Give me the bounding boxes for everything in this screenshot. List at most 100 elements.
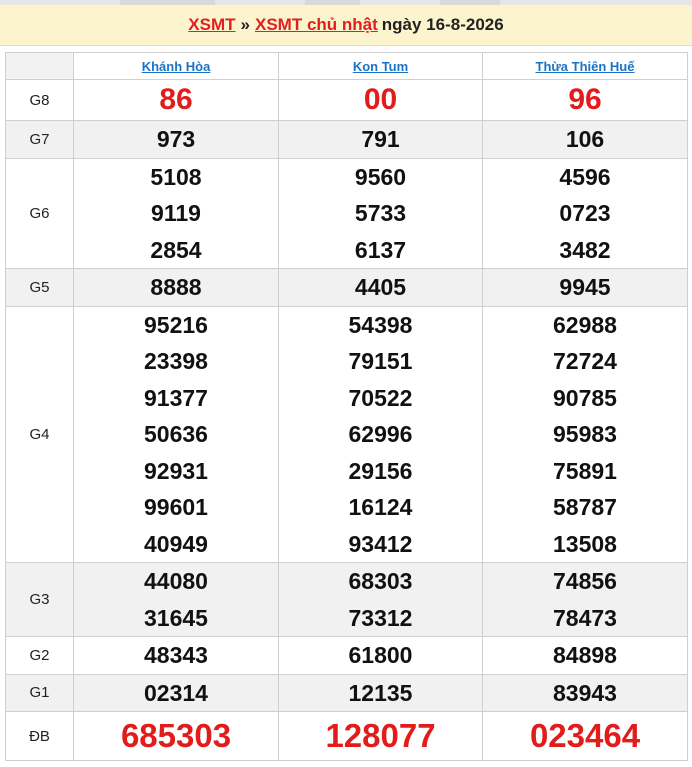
prize-number: 023464 <box>529 717 641 754</box>
prize-number: 61800 <box>348 642 413 668</box>
prize-number: 44080 <box>144 568 208 594</box>
prize-cell: 106 <box>482 120 688 159</box>
prize-label: G4 <box>5 305 74 563</box>
results-header: XSMT » XSMT chủ nhật ngày 16-8-2026 <box>0 5 692 46</box>
prize-cell: 4596 0723 3482 <box>482 157 688 269</box>
prize-number: 128077 <box>325 717 436 754</box>
prize-number: 40949 <box>144 530 208 557</box>
prize-row: G2 48343 61800 84898 <box>5 636 688 675</box>
prize-number: 106 <box>565 126 605 152</box>
prize-number: 95216 <box>144 311 208 338</box>
prize-row: ĐB 685303 128077 023464 <box>5 711 688 761</box>
breadcrumb-separator: » <box>240 15 250 34</box>
prize-number: 90785 <box>553 384 617 411</box>
prize-row: G5 8888 4405 9945 <box>5 268 688 307</box>
prize-number: 29156 <box>348 457 413 484</box>
prize-number: 50636 <box>144 421 208 447</box>
prize-number: 48343 <box>144 642 208 668</box>
prize-number: 16124 <box>348 494 413 520</box>
prize-cell: 00 <box>278 79 483 121</box>
prize-number: 685303 <box>120 717 232 754</box>
prize-cell: 62988 72724 90785 95983 75891 58787 13508 <box>482 305 688 563</box>
prize-number: 72724 <box>553 348 617 374</box>
prize-cell: 44080 31645 <box>73 562 279 637</box>
lottery-results-table: Khánh Hòa Kon Tum Thừa Thiên Huế G8 86 00 9… <box>5 52 688 761</box>
prize-label: G2 <box>5 636 74 675</box>
prize-number: 78473 <box>553 604 617 631</box>
prize-row: G4 95216 23398 91377 50636 92931 99601 40949 543… <box>5 305 688 563</box>
prize-cell: 83943 <box>482 673 688 712</box>
prize-rows: G8 86 00 96 G7 973 791 106 G6 5108 9119 2854 9560 573… <box>5 79 688 761</box>
prize-number: 9945 <box>559 274 611 300</box>
prize-number: 973 <box>156 126 196 152</box>
prize-number: 31645 <box>144 604 208 631</box>
prize-cell: 973 <box>73 120 279 159</box>
prize-cell: 86 <box>73 79 279 121</box>
prize-cell: 12135 <box>278 673 483 712</box>
prize-row: G8 86 00 96 <box>5 79 688 121</box>
prize-number: 23398 <box>144 348 208 374</box>
prize-number: 79151 <box>348 348 413 374</box>
prize-number: 2854 <box>150 236 202 263</box>
prize-number: 99601 <box>144 494 208 520</box>
prize-cell: 68303 73312 <box>278 562 483 637</box>
prize-cell: 685303 <box>73 711 279 761</box>
prize-label: G7 <box>5 120 74 159</box>
prize-number: 54398 <box>348 311 413 338</box>
prize-number: 62996 <box>348 421 413 447</box>
prize-number: 791 <box>361 126 400 152</box>
prize-number: 8888 <box>150 274 202 300</box>
prize-number: 58787 <box>553 494 617 520</box>
prize-number: 73312 <box>348 604 413 631</box>
draw-date: ngày 16-8-2026 <box>381 15 504 34</box>
prize-row: G1 02314 12135 83943 <box>5 673 688 712</box>
prize-cell: 48343 <box>73 636 279 675</box>
prize-row: G3 44080 31645 68303 73312 74856 78473 <box>5 562 688 637</box>
prize-cell: 74856 78473 <box>482 562 688 637</box>
prize-cell: 8888 <box>73 268 279 307</box>
prize-number: 6137 <box>354 236 407 263</box>
prize-number: 68303 <box>348 568 413 594</box>
prize-cell: 61800 <box>278 636 483 675</box>
prize-number: 74856 <box>553 568 617 594</box>
prize-number: 4405 <box>354 274 407 300</box>
prize-number: 9119 <box>151 200 201 226</box>
prize-number: 13508 <box>553 530 617 557</box>
prize-number: 93412 <box>348 530 413 557</box>
prize-number: 5108 <box>150 163 202 190</box>
province-link-kon-tum[interactable]: Kon Tum <box>353 59 408 74</box>
prize-label: G1 <box>5 673 74 712</box>
province-link-khanh-hoa[interactable]: Khánh Hòa <box>142 59 211 74</box>
prize-cell: 9560 5733 6137 <box>278 157 483 269</box>
prize-cell: 9945 <box>482 268 688 307</box>
prize-number: 12135 <box>348 679 413 706</box>
province-header-row: Khánh Hòa Kon Tum Thừa Thiên Huế <box>5 52 688 80</box>
prize-number: 9560 <box>354 163 407 190</box>
prize-cell: 95216 23398 91377 50636 92931 99601 40949 <box>73 305 279 563</box>
prize-cell: 96 <box>482 79 688 121</box>
prize-row: G7 973 791 106 <box>5 120 688 159</box>
prize-number: 3482 <box>559 236 611 263</box>
prize-label: G3 <box>5 562 74 637</box>
prize-cell: 84898 <box>482 636 688 675</box>
prize-cell: 791 <box>278 120 483 159</box>
corner-cell <box>5 52 74 80</box>
prize-number: 83943 <box>553 679 617 706</box>
prize-label: ĐB <box>5 711 74 761</box>
prize-number: 0723 <box>559 200 611 226</box>
prize-number: 62988 <box>553 311 617 338</box>
xsmt-sunday-link[interactable]: XSMT chủ nhật <box>255 15 378 34</box>
prize-label: G6 <box>5 157 74 269</box>
prize-cell: 128077 <box>278 711 483 761</box>
prize-number: 95983 <box>553 421 617 447</box>
prize-label: G5 <box>5 268 74 307</box>
prize-cell: 4405 <box>278 268 483 307</box>
province-link-thua-thien-hue[interactable]: Thừa Thiên Huế <box>536 59 635 74</box>
prize-number: 70522 <box>348 384 413 411</box>
prize-cell: 5108 9119 2854 <box>73 157 279 269</box>
prize-number: 5733 <box>354 200 407 226</box>
prize-row: G6 5108 9119 2854 9560 5733 6137 4596 0723 3482 <box>5 157 688 269</box>
xsmt-link[interactable]: XSMT <box>188 15 235 34</box>
province-header-thua-thien-hue: Thừa Thiên Huế <box>482 52 688 80</box>
prize-number: 96 <box>568 83 602 116</box>
